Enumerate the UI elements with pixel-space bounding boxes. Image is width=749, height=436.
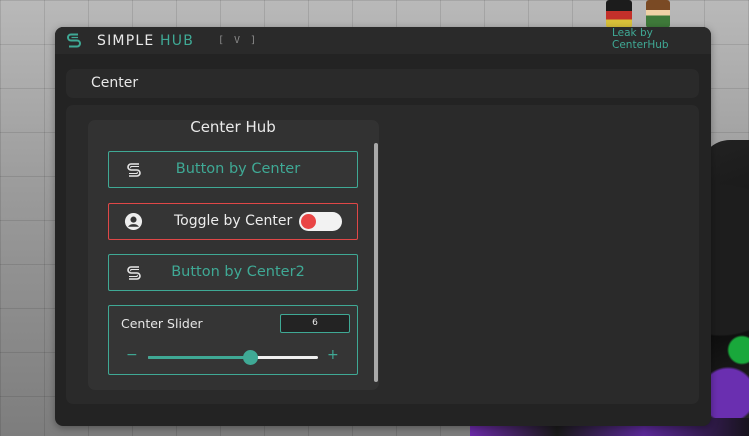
section-center-hub: Center Hub Button by Center Toggle by Ce… [88,120,379,390]
title-accent: HUB [160,33,195,49]
window-title: SIMPLE HUB [97,33,194,49]
button-by-center2[interactable]: Button by Center2 [108,254,358,291]
toggle-label: Toggle by Center [174,213,293,229]
slider-decrease-button[interactable]: − [126,348,138,362]
slider-increase-button[interactable]: + [327,348,339,362]
toggle-knob [301,214,316,229]
slider-label: Center Slider [121,316,203,331]
tab-bar: Center [66,69,699,98]
tab-center[interactable]: Center [91,75,138,91]
leak-credit-line1: Leak by [612,27,653,39]
button-label: Button by Center2 [171,264,305,280]
scene-avatar-left [606,0,632,28]
title-main: SIMPLE [97,33,155,49]
toggle-switch[interactable] [299,212,342,231]
center-slider: Center Slider 6 − + [108,305,358,375]
slider-track[interactable] [148,350,318,365]
hub-window: SIMPLE HUB [ V ] Leak by CenterHub Cente… [55,27,711,426]
scene-avatar-right [646,0,670,28]
content-area: Center Hub Button by Center Toggle by Ce… [66,105,699,404]
version-label: [ V ] [218,35,259,46]
s-logo-icon [67,33,81,48]
user-circle-icon [124,212,143,231]
title-bar[interactable]: SIMPLE HUB [ V ] Leak by CenterHub [55,27,711,54]
slider-value-box[interactable]: 6 [280,314,350,333]
section-title: Center Hub [190,120,276,136]
leak-credit: Leak by CenterHub [612,27,669,51]
section-scrollbar[interactable] [374,143,378,382]
slider-fill [148,356,250,359]
button-label: Button by Center [175,161,301,177]
leak-credit-line2: CenterHub [612,39,669,51]
button-by-center[interactable]: Button by Center [108,151,358,188]
toggle-by-center[interactable]: Toggle by Center [108,203,358,240]
slider-thumb[interactable] [242,350,258,365]
